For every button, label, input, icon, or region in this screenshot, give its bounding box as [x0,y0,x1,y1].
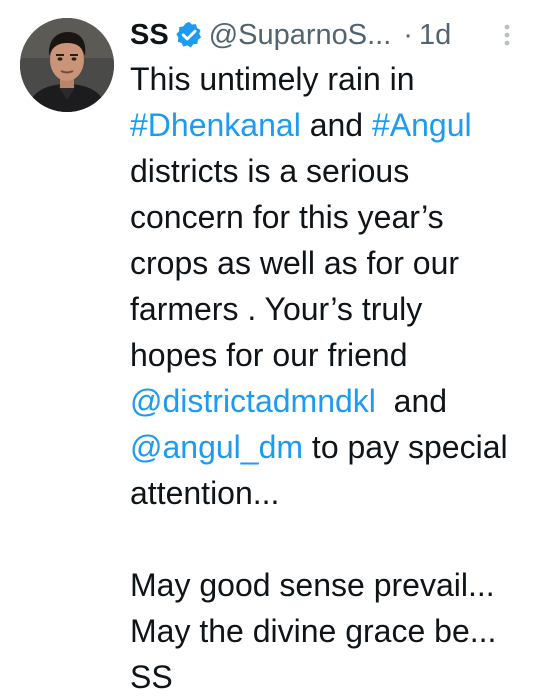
user-handle[interactable]: @SuparnoS... [209,10,392,60]
person-avatar-icon [20,18,114,112]
tweet-text-fragment: and [375,383,448,419]
verified-badge-icon [174,20,204,50]
mention-link[interactable]: @angul_dm [130,429,303,465]
tweet-text-line: districts is a serious [130,153,410,189]
tweet-text-line: May good sense prevail... [130,567,495,603]
mention-link[interactable]: @districtadmndkl [130,383,376,419]
hashtag-link[interactable]: #Angul [372,107,472,143]
tweet-text-line: This untimely rain in [130,61,415,97]
tweet-body: This untimely rain in #Dhenkanal and #An… [130,56,530,700]
tweet-text-line: May the divine grace be... [130,613,497,649]
tweet-text-line: hopes for our friend [130,337,408,373]
display-name[interactable]: SS [130,10,169,60]
timestamp[interactable]: 1d [419,10,451,60]
more-options-icon[interactable] [500,22,514,48]
tweet-header: SS @SuparnoS... · 1d [130,10,530,60]
tweet-text-fragment: and [300,107,372,143]
avatar[interactable] [20,18,114,112]
tweet-text-line: SS [130,659,173,695]
hashtag-link[interactable]: #Dhenkanal [130,107,301,143]
tweet-text-line: @angul_dm to pay special [130,424,530,470]
tweet-text-line: @districtadmndkl and [130,378,530,424]
separator-dot: · [403,19,413,51]
tweet-text-line: concern for this year’s [130,199,444,235]
tweet-card[interactable]: SS @SuparnoS... · 1d This untimely rain … [0,0,540,695]
tweet-text-fragment: to pay special [303,429,508,465]
tweet-text-line: farmers . Your’s truly [130,291,423,327]
tweet-text-line: crops as well as for our [130,245,460,281]
tweet-text-line: attention... [130,475,280,511]
tweet-text-line: #Dhenkanal and #Angul [130,102,530,148]
